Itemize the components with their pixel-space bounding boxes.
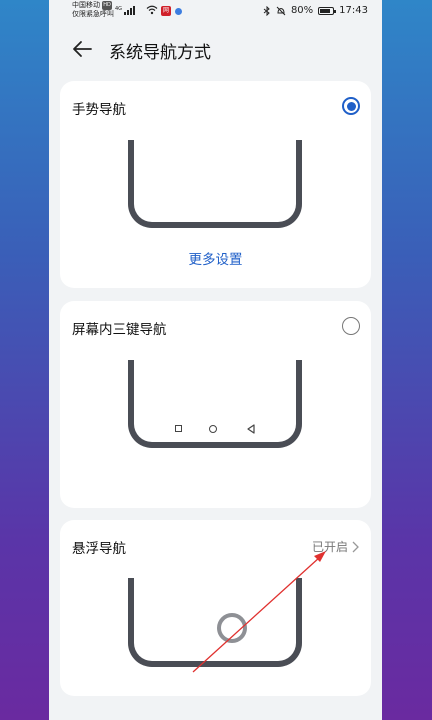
carrier-info: 中国移动 HD 仅限紧急呼叫: [72, 1, 114, 19]
app-notification-icon: 网: [161, 6, 171, 16]
floating-preview: [128, 578, 302, 667]
option-three-key-nav[interactable]: 屏幕内三键导航: [60, 301, 371, 508]
wifi-icon: [146, 5, 158, 15]
chevron-right-icon: [352, 541, 359, 552]
phone-screen: 中国移动 HD 仅限紧急呼叫 4G 网 80% 17:43 系统导航方式 手势导…: [49, 0, 382, 720]
battery-percent: 80%: [290, 5, 314, 16]
clock: 17:43: [339, 5, 368, 16]
circle-key-icon: [209, 425, 217, 433]
floating-ball-icon: [217, 613, 247, 643]
gesture-preview: [128, 140, 302, 228]
radio-selected-icon[interactable]: [342, 97, 360, 115]
app-header: 系统导航方式: [49, 30, 382, 68]
back-arrow-icon[interactable]: [69, 36, 95, 62]
battery-icon: [318, 6, 337, 15]
network-type: 4G: [115, 6, 123, 12]
option-title: 悬浮导航: [72, 541, 126, 557]
bluetooth-icon: [263, 5, 270, 16]
floating-nav-status[interactable]: 已开启: [312, 538, 359, 555]
floating-status-text: 已开启: [311, 540, 348, 554]
three-key-preview: [128, 360, 302, 448]
nav-keys: [134, 424, 296, 434]
emergency-text: 仅限紧急呼叫: [72, 10, 114, 18]
signal-icon: 4G: [115, 6, 136, 15]
hd-badge: HD: [102, 1, 112, 10]
status-right-group: 80% 17:43: [263, 5, 368, 16]
page-title: 系统导航方式: [109, 43, 211, 63]
mute-icon: [276, 6, 286, 15]
more-settings-link[interactable]: 更多设置: [60, 248, 371, 268]
status-bar: 中国移动 HD 仅限紧急呼叫 4G 网 80% 17:43: [49, 0, 382, 22]
carrier-name: 中国移动: [72, 1, 100, 9]
triangle-back-key-icon: [247, 424, 255, 434]
square-key-icon: [175, 425, 182, 432]
radio-unselected-icon[interactable]: [342, 317, 360, 335]
option-title: 屏幕内三键导航: [72, 322, 167, 338]
option-title: 手势导航: [72, 102, 126, 118]
app-notification-dot-icon: [175, 8, 182, 15]
option-floating-nav[interactable]: 悬浮导航 已开启: [60, 520, 371, 696]
option-gesture-nav[interactable]: 手势导航 更多设置: [60, 81, 371, 288]
